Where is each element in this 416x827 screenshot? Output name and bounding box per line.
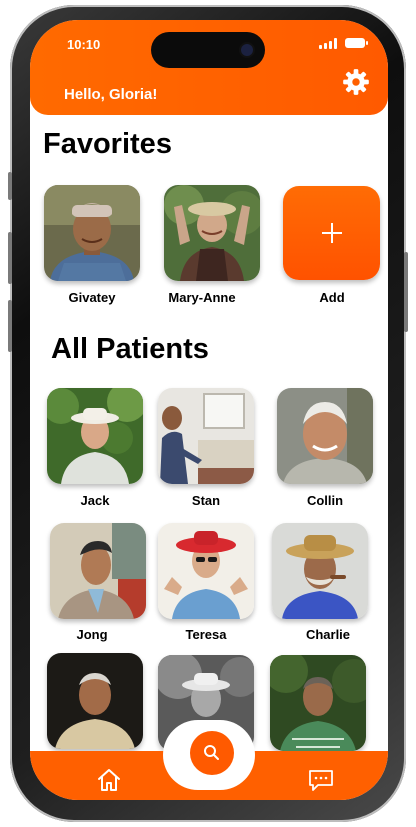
volume-up-button (8, 232, 12, 284)
patient-photo (50, 523, 146, 619)
patient-photo (164, 185, 260, 281)
favorites-title: Favorites (43, 128, 172, 160)
patient-photo (47, 653, 143, 749)
patient-photo (277, 388, 373, 484)
add-favorite-label: Add (319, 290, 345, 305)
gear-icon[interactable] (342, 68, 370, 96)
power-button (404, 252, 408, 332)
patient-photo (47, 388, 143, 484)
patient-name-charlie: Charlie (305, 627, 351, 642)
add-favorite-button[interactable] (283, 186, 380, 280)
patient-name-stan: Stan (191, 493, 221, 508)
favorite-name-givatey: Givatey (68, 290, 116, 305)
search-button[interactable] (190, 731, 234, 775)
favorite-card-mary-anne[interactable] (164, 185, 260, 281)
patient-name-jong: Jong (76, 627, 108, 642)
patient-photo (272, 523, 368, 619)
camera-icon (241, 44, 253, 56)
status-time: 10:10 (67, 37, 101, 52)
patient-card-stan[interactable] (158, 388, 254, 484)
patient-card[interactable] (47, 653, 143, 749)
app-header: 10:10 Hello, Gloria! (30, 20, 388, 115)
battery-icon (345, 38, 368, 48)
mute-switch (8, 172, 12, 200)
patient-card-collin[interactable] (277, 388, 373, 484)
patient-photo (270, 655, 366, 751)
patient-name-collin: Collin (306, 493, 344, 508)
patient-card-jong[interactable] (50, 523, 146, 619)
patient-photo (158, 388, 254, 484)
app-screen: 10:10 Hello, Gloria! Favorites Givatey M… (30, 20, 388, 800)
favorite-card-givatey[interactable] (44, 185, 140, 281)
patient-name-teresa: Teresa (185, 627, 227, 642)
greeting-text: Hello, Gloria! (64, 86, 158, 103)
patient-photo (44, 185, 140, 281)
volume-down-button (8, 300, 12, 352)
favorite-name-mary-anne: Mary-Anne (168, 290, 236, 305)
plus-icon (322, 223, 342, 243)
patient-card-jack[interactable] (47, 388, 143, 484)
patient-name-jack: Jack (80, 493, 110, 508)
all-patients-title: All Patients (51, 333, 209, 365)
patient-card-teresa[interactable] (158, 523, 254, 619)
home-icon[interactable] (96, 767, 122, 793)
dynamic-island (151, 32, 265, 68)
search-icon (204, 745, 219, 760)
patient-card-charlie[interactable] (272, 523, 368, 619)
patient-photo (158, 523, 254, 619)
chat-icon[interactable] (308, 768, 334, 792)
patient-card[interactable] (270, 655, 366, 751)
signal-icon (319, 38, 337, 49)
